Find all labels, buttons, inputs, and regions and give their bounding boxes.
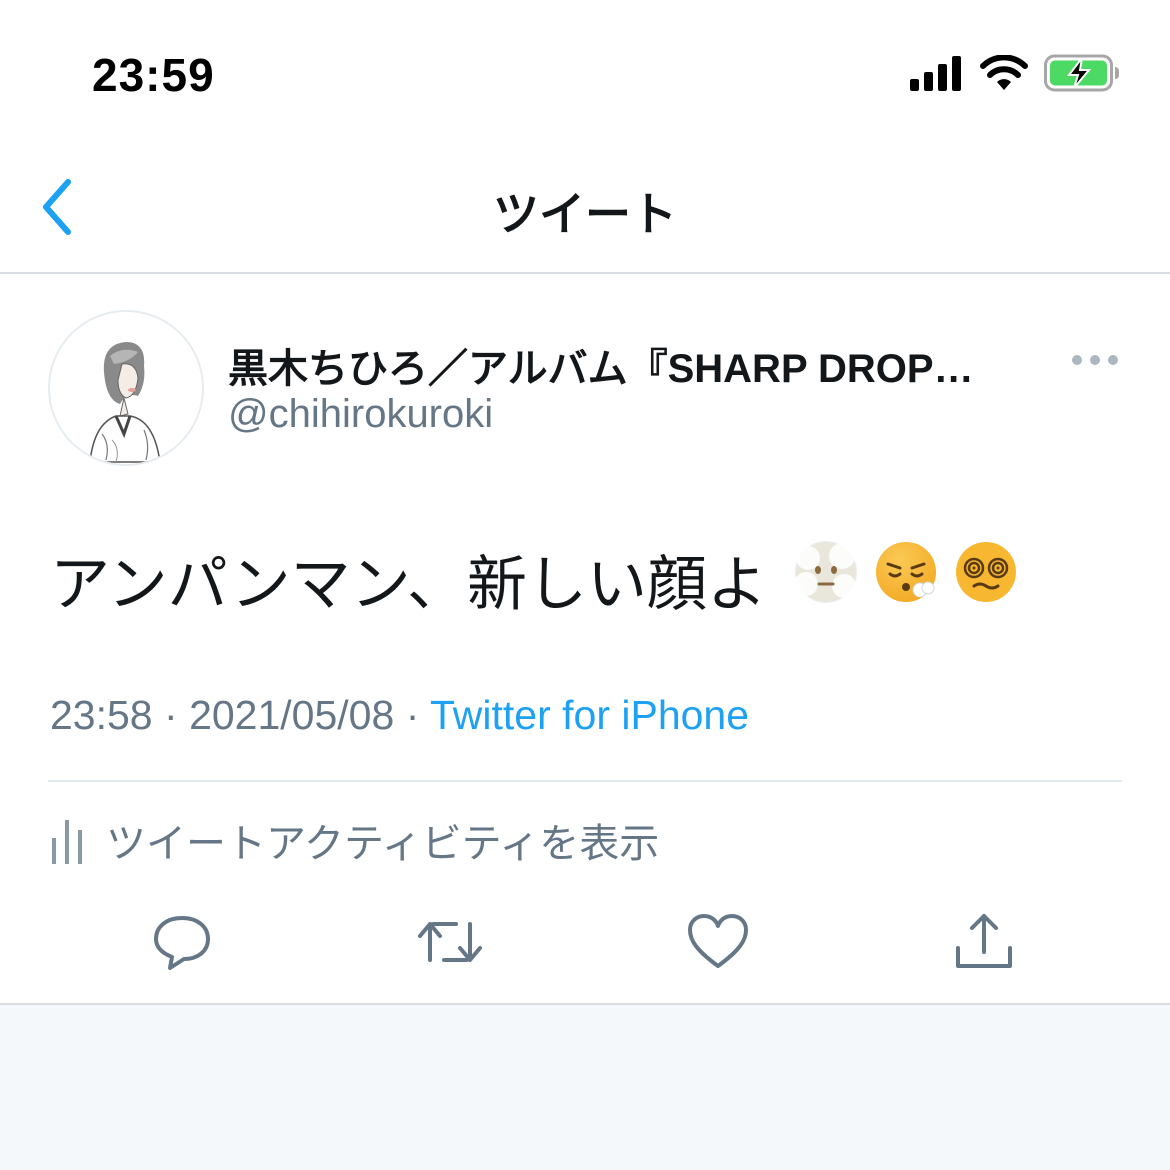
tweet-source-link[interactable]: Twitter for iPhone	[430, 692, 749, 738]
retweet-icon	[418, 922, 482, 962]
display-name[interactable]: 黒木ちひろ／アルバム『SHARP DROP…	[228, 336, 1028, 394]
tweet-text: アンパンマン、新しい顔よ	[50, 551, 767, 618]
face-with-spiral-eyes-emoji	[956, 542, 1016, 602]
share-button[interactable]	[950, 908, 1018, 976]
more-options-button[interactable]	[1070, 350, 1120, 370]
retweet-button[interactable]	[416, 908, 484, 976]
wifi-icon	[980, 55, 1028, 91]
nav-divider	[0, 272, 1170, 274]
tweet-detail-screen: 23:59 ツイート 黒木ちひろ／アルバム『SHARP DROP… @chihi…	[0, 0, 1170, 1170]
bar-chart-icon	[52, 820, 82, 864]
status-time: 23:59	[92, 49, 215, 101]
meta-divider	[48, 780, 1122, 782]
profile-illustration	[50, 312, 202, 464]
status-icons	[910, 54, 1120, 92]
replies-area	[0, 1005, 1170, 1170]
face-exhaling-emoji	[876, 542, 936, 602]
tweet-time: 23:58	[50, 692, 153, 738]
page-title: ツイート	[493, 188, 677, 240]
meta-separator: ·	[405, 692, 420, 738]
like-button[interactable]	[684, 908, 752, 976]
user-handle[interactable]: @chihirokuroki	[228, 392, 493, 437]
avatar[interactable]	[48, 310, 204, 466]
like-icon	[688, 914, 748, 968]
battery-charging-icon	[1044, 54, 1120, 92]
tweet-date: 2021/05/08	[189, 692, 395, 738]
emoji-row	[792, 538, 1020, 606]
tweet-meta: 23:58 · 2021/05/08 · Twitter for iPhone	[50, 692, 749, 739]
navigation-bar: ツイート	[0, 140, 1170, 273]
meta-separator: ·	[164, 692, 178, 738]
reply-button[interactable]	[148, 908, 216, 976]
tweet-activity-label: ツイートアクティビティを表示	[106, 822, 660, 866]
face-in-clouds-emoji	[794, 541, 857, 603]
share-icon	[956, 914, 1012, 968]
cellular-signal-icon	[910, 55, 962, 91]
more-horizontal-icon	[1072, 355, 1118, 365]
reply-icon	[154, 916, 210, 970]
status-bar: 23:59	[0, 0, 1170, 140]
tweet-activity-link[interactable]: ツイートアクティビティを表示	[50, 812, 659, 868]
